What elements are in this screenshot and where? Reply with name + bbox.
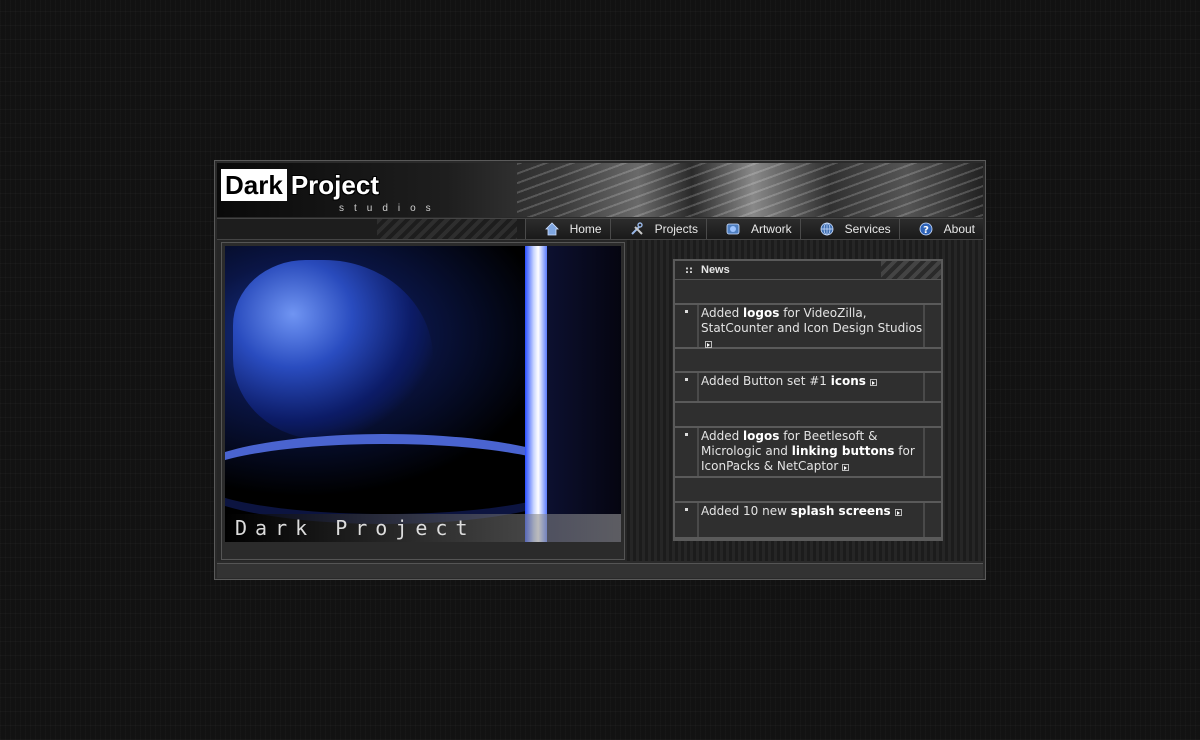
news-dots-icon: :: (685, 264, 693, 276)
header-banner: Dark Project studios (217, 163, 983, 217)
nav-item-services[interactable]: Services (799, 219, 899, 239)
hero-image: Dark Project (225, 246, 621, 542)
tools-icon (629, 221, 645, 237)
logo-project-text: Project (290, 170, 379, 200)
nav-hatch-decoration (377, 219, 517, 239)
news-item: Added Button set #1 icons (675, 371, 941, 403)
globe-icon (819, 221, 835, 237)
news-panel: :: News Added logos for VideoZilla, Stat… (673, 259, 943, 541)
main-content: Dark Project :: News Added logos for Vid… (217, 240, 983, 561)
arrow-link-icon[interactable] (894, 509, 902, 516)
arrow-link-icon[interactable] (842, 464, 850, 471)
artwork-icon (725, 221, 741, 237)
nav-item-projects[interactable]: Projects (609, 219, 706, 239)
nav-item-artwork[interactable]: Artwork (705, 219, 800, 239)
site-logo[interactable]: Dark Project studios (221, 169, 431, 214)
news-item: Added logos for Beetlesoft & Micrologic … (675, 426, 941, 478)
footer-bar (217, 563, 983, 578)
news-title: News (701, 264, 730, 276)
nav-label: About (943, 222, 975, 236)
nav-label: Artwork (750, 222, 792, 236)
svg-text:?: ? (923, 225, 929, 236)
hero-caption: Dark Project (235, 516, 476, 540)
nav-item-about[interactable]: ? About (898, 219, 983, 239)
home-icon (544, 221, 560, 237)
help-icon: ? (918, 221, 934, 237)
arrow-link-icon[interactable] (705, 341, 712, 348)
banner-artwork (517, 163, 983, 217)
news-item: Added logos for VideoZilla, StatCounter … (675, 303, 941, 349)
nav-bar: Home Projects Artwork Services ? About (217, 218, 983, 240)
arrow-link-icon[interactable] (869, 379, 877, 386)
bullet-icon (685, 378, 688, 381)
nav-label: Home (569, 222, 602, 236)
news-item-text: Added logos for Beetlesoft & Micrologic … (697, 428, 925, 476)
nav-label: Services (844, 222, 891, 236)
hero-panel: Dark Project (221, 242, 625, 560)
news-item-text: Added 10 new splash screens (697, 503, 925, 537)
news-item-text: Added Button set #1 icons (697, 373, 925, 401)
bullet-icon (685, 310, 688, 313)
bullet-icon (685, 433, 688, 436)
logo-dark-text: Dark (221, 169, 287, 201)
news-header: :: News (675, 261, 941, 280)
news-item: Added 10 new splash screens (675, 501, 941, 539)
site-frame: Dark Project studios Home Projects Artwo… (214, 160, 986, 580)
news-hatch-decoration (881, 261, 941, 279)
news-item-text: Added logos for VideoZilla, StatCounter … (697, 305, 925, 348)
nav-item-home[interactable]: Home (524, 219, 610, 239)
bullet-icon (685, 508, 688, 511)
logo-subtitle: studios (339, 203, 441, 214)
nav-label: Projects (654, 222, 698, 236)
